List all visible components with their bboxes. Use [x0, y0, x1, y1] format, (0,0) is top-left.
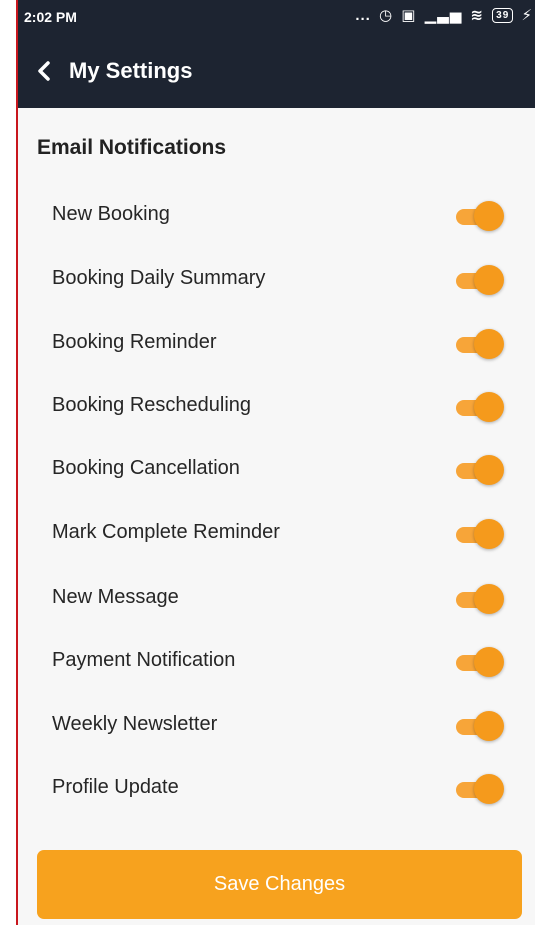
notification-toggle[interactable]: [454, 711, 504, 741]
notification-label: Payment Notification: [52, 649, 236, 671]
notification-toggle[interactable]: [454, 519, 504, 549]
signal-icon: ▁▃▅: [424, 7, 463, 24]
alarm-icon: ◷: [379, 7, 394, 24]
more-dots-icon: ...: [355, 7, 371, 24]
save-changes-button[interactable]: Save Changes: [37, 850, 522, 919]
notification-toggle[interactable]: [454, 201, 504, 231]
notification-label: New Message: [52, 586, 179, 608]
notification-toggle[interactable]: [454, 329, 504, 359]
app-bar: My Settings: [18, 36, 535, 108]
section-title: Email Notifications: [37, 136, 227, 159]
notification-toggle[interactable]: [454, 774, 504, 804]
notification-label: New Booking: [52, 203, 170, 225]
notification-label: Booking Cancellation: [52, 457, 240, 479]
chevron-left-icon[interactable]: [34, 56, 56, 86]
notification-toggle[interactable]: [454, 392, 504, 422]
notification-label: Profile Update: [52, 776, 179, 798]
notification-label: Booking Reminder: [52, 331, 217, 353]
notification-toggle[interactable]: [454, 647, 504, 677]
notification-row: Profile Update: [18, 758, 535, 818]
notification-toggle[interactable]: [454, 455, 504, 485]
notification-row: Mark Complete Reminder: [18, 503, 535, 563]
notification-row: Booking Rescheduling: [18, 376, 535, 436]
page-title: My Settings: [69, 58, 193, 83]
notification-row: Booking Reminder: [18, 313, 535, 373]
notification-toggle[interactable]: [454, 265, 504, 295]
notification-row: New Message: [18, 568, 535, 628]
notification-row: Booking Daily Summary: [18, 249, 535, 309]
wifi-icon: ≋: [470, 7, 484, 24]
status-time: 2:02 PM: [24, 9, 77, 25]
notification-row: Booking Cancellation: [18, 439, 535, 499]
status-bar: 2:02 PM ... ◷ ▣ ▁▃▅ ≋ 39 ⚡: [18, 0, 535, 36]
left-frame: [0, 0, 18, 925]
notification-label: Booking Daily Summary: [52, 267, 266, 289]
notification-row: New Booking: [18, 185, 535, 245]
battery-icon: 39: [492, 8, 514, 23]
notification-label: Mark Complete Reminder: [52, 521, 280, 543]
notification-toggle[interactable]: [454, 584, 504, 614]
notification-row: Weekly Newsletter: [18, 695, 535, 755]
notification-row: Payment Notification: [18, 631, 535, 691]
status-icons: ... ◷ ▣ ▁▃▅ ≋ 39 ⚡: [352, 6, 533, 24]
settings-content: Email Notifications New Booking Booking …: [18, 108, 535, 925]
charging-icon: ⚡: [521, 7, 533, 24]
volte-icon: ▣: [401, 7, 417, 24]
notification-label: Booking Rescheduling: [52, 394, 252, 416]
notification-label: Weekly Newsletter: [52, 713, 218, 735]
